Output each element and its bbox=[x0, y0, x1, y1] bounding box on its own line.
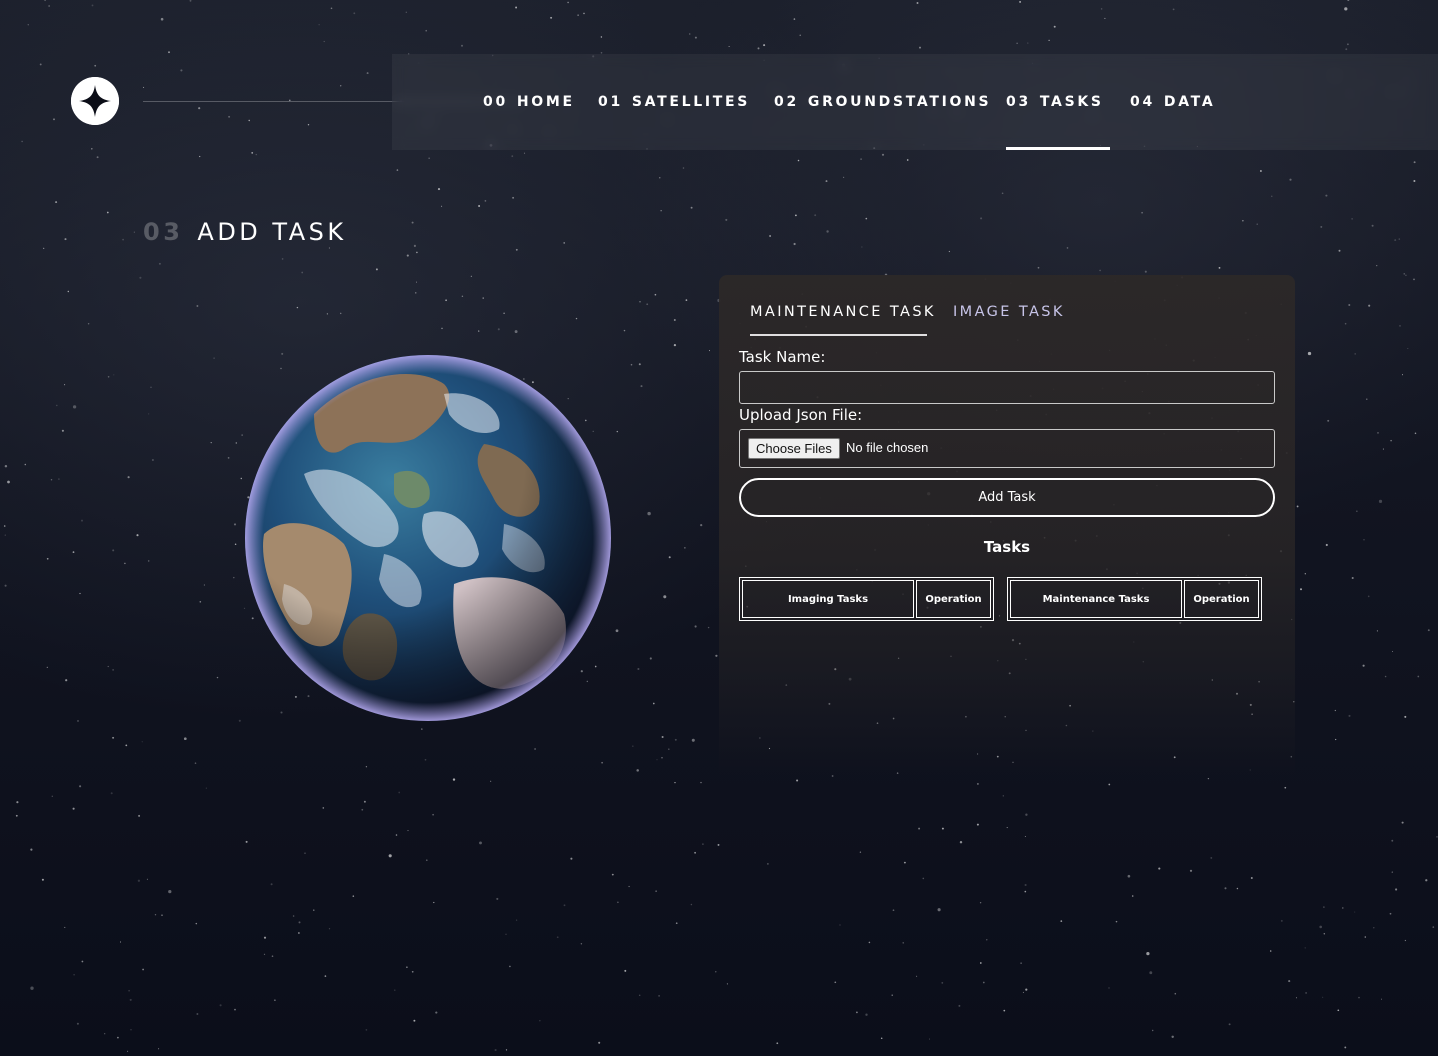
tab-maintenance-task[interactable]: MAINTENANCE TASK bbox=[750, 304, 933, 336]
tasks-heading: Tasks bbox=[983, 538, 1031, 556]
page-title-text: ADD TASK bbox=[197, 218, 347, 246]
page-title-number: 03 bbox=[143, 218, 184, 246]
nav-item-number: 03 bbox=[1006, 94, 1031, 110]
nav-item-data[interactable]: 04 DATA bbox=[1130, 54, 1215, 150]
imaging-tasks-table: Imaging Tasks Operation bbox=[739, 577, 994, 621]
nav-item-tasks[interactable]: 03 TASKS bbox=[1006, 54, 1110, 150]
main-navbar: 00 HOME 01 SATELLITES 02 GROUNDSTATIONS … bbox=[392, 54, 1438, 150]
task-name-label: Task Name: bbox=[739, 348, 826, 366]
page-title: 03 ADD TASK bbox=[143, 218, 347, 246]
nav-item-label: GROUNDSTATIONS bbox=[807, 94, 992, 110]
task-name-input[interactable] bbox=[739, 371, 1275, 404]
nav-item-number: 04 bbox=[1130, 94, 1155, 110]
table-header-operation: Operation bbox=[916, 580, 991, 618]
page-background: 00 HOME 01 SATELLITES 02 GROUNDSTATIONS … bbox=[0, 0, 1438, 1056]
logo-star-icon[interactable] bbox=[71, 77, 119, 125]
nav-item-label: SATELLITES bbox=[631, 94, 751, 110]
upload-json-label: Upload Json File: bbox=[739, 406, 863, 424]
maintenance-tasks-table: Maintenance Tasks Operation bbox=[1007, 577, 1262, 621]
add-task-button[interactable]: Add Task bbox=[739, 478, 1275, 517]
table-header-operation: Operation bbox=[1184, 580, 1259, 618]
nav-item-home[interactable]: 00 HOME bbox=[483, 54, 575, 150]
nav-item-label: DATA bbox=[1163, 94, 1216, 110]
table-header-imaging-tasks: Imaging Tasks bbox=[742, 580, 914, 618]
nav-item-number: 02 bbox=[774, 94, 799, 110]
nav-item-number: 01 bbox=[598, 94, 623, 110]
nav-item-label: HOME bbox=[516, 94, 575, 110]
table-header-maintenance-tasks: Maintenance Tasks bbox=[1010, 580, 1182, 618]
nav-item-number: 00 bbox=[483, 94, 508, 110]
nav-item-groundstations[interactable]: 02 GROUNDSTATIONS bbox=[774, 54, 991, 150]
file-status-text: No file chosen bbox=[846, 440, 929, 455]
nav-item-satellites[interactable]: 01 SATELLITES bbox=[598, 54, 750, 150]
choose-files-button[interactable]: Choose Files bbox=[748, 438, 840, 459]
earth-image bbox=[244, 354, 612, 722]
tab-image-task[interactable]: IMAGE TASK bbox=[953, 304, 1065, 336]
nav-item-label: TASKS bbox=[1039, 94, 1104, 110]
